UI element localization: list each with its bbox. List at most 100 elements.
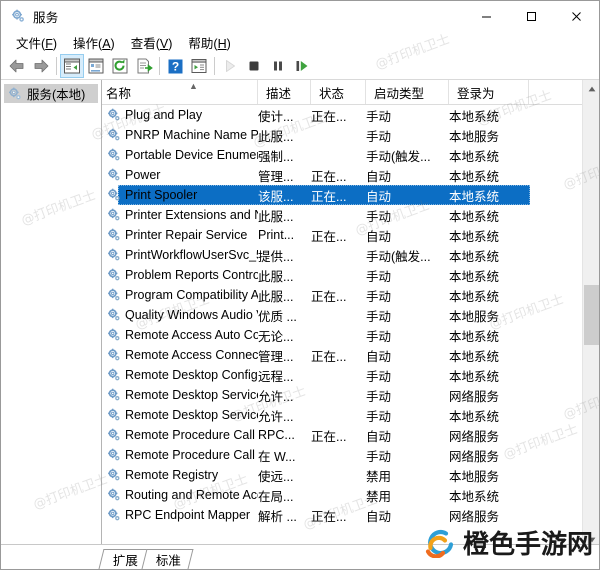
export-list-icon[interactable] (132, 54, 156, 78)
cell-description: RPC... (258, 428, 295, 442)
menu-help[interactable]: 帮助(H) (181, 31, 239, 54)
table-row[interactable]: Remote Access Auto Con...无论... 手动 本地系统 (102, 325, 599, 345)
column-header-description[interactable]: 描述 (258, 80, 311, 104)
cell-log-on-as: 网络服务 (449, 389, 500, 404)
cell-log-on-as: 本地服务 (449, 469, 500, 484)
table-row[interactable]: Routing and Remote Acc...在局... 禁用 本地系统 (102, 485, 599, 505)
table-row[interactable]: Print Spooler 该服... 正在... 自动 本地系统 (102, 185, 599, 205)
cell-service-name: Portable Device Enumera... (102, 147, 258, 163)
menu-action[interactable]: 操作(A) (66, 31, 124, 54)
show-hide-tree-icon[interactable] (60, 54, 84, 78)
forward-arrow-icon[interactable] (29, 54, 53, 78)
stop-service-icon[interactable] (242, 54, 266, 78)
cell-status: 正在... (311, 229, 347, 244)
column-header-startup-type[interactable]: 启动类型 (366, 80, 449, 104)
table-row[interactable]: Remote Registry 使远... 禁用 本地服务 (102, 465, 599, 485)
tab-standard[interactable]: 标准 (141, 549, 194, 569)
service-name-label: Power (125, 168, 161, 182)
table-row[interactable]: Portable Device Enumera...强制... 手动(触发... 本… (102, 145, 599, 165)
table-row[interactable]: Remote Desktop Services 允许... 手动 网络服务 (102, 385, 599, 405)
cell-description: 在 W... (258, 449, 296, 464)
table-row[interactable]: Remote Access Connecti...管理... 正在... 自动 本地系… (102, 345, 599, 365)
column-header-name[interactable]: 名称 ▲ (102, 80, 258, 104)
title-bar: 服务 (1, 1, 599, 31)
cell-log-on-as: 本地系统 (449, 369, 500, 384)
cell-service-name: PNRP Machine Name Pu... (102, 127, 258, 143)
back-arrow-icon[interactable] (5, 54, 29, 78)
cell-description: 无论... (258, 329, 294, 344)
cell-startup-type: 手动 (366, 309, 392, 324)
column-header-status[interactable]: 状态 (311, 80, 366, 104)
list-header: 名称 ▲ 描述 状态 启动类型 登录为 (102, 80, 599, 105)
service-name-label: Remote Registry (125, 468, 219, 482)
maximize-button[interactable] (509, 1, 554, 31)
close-button[interactable] (554, 1, 599, 31)
cell-startup-type: 手动 (366, 289, 392, 304)
cell-description: 在局... (258, 489, 294, 504)
cell-log-on-as: 本地系统 (449, 249, 500, 264)
column-header-log-on-as[interactable]: 登录为 (449, 80, 529, 104)
table-row[interactable]: PrintWorkflowUserSvc_57...提供... 手动(触发... 本… (102, 245, 599, 265)
content-area: 服务(本地) 名称 ▲ 描述 状态 启动类型 登录为 Plug and Play… (1, 80, 599, 550)
pause-service-icon[interactable] (266, 54, 290, 78)
menu-file[interactable]: 文件(F) (9, 31, 66, 54)
table-row[interactable]: Remote Desktop Service...允许... 手动 本地系统 (102, 405, 599, 425)
column-header-status-label: 状态 (319, 86, 345, 101)
refresh-icon[interactable] (108, 54, 132, 78)
table-row[interactable]: Plug and Play 使计... 正在... 手动 本地系统 (102, 105, 599, 125)
table-row[interactable]: Quality Windows Audio V...优质 ... 手动 本地服务 (102, 305, 599, 325)
site-watermark: 橙色手游网 (424, 524, 593, 561)
cell-startup-type: 自动 (366, 229, 392, 244)
menu-help-accel: H (217, 36, 227, 51)
menu-view[interactable]: 查看(V) (124, 31, 182, 54)
show-action-pane-icon[interactable] (187, 54, 211, 78)
table-row[interactable]: Printer Repair Service Print... 正在... 自动 本地系… (102, 225, 599, 245)
table-row[interactable]: Problem Reports Control...此服... 手动 本地系统 (102, 265, 599, 285)
service-name-label: PrintWorkflowUserSvc_57... (125, 248, 258, 262)
service-name-label: Remote Access Auto Con... (125, 328, 258, 342)
cell-description: 此服... (258, 269, 294, 284)
table-row[interactable]: Printer Extensions and N...此服... 手动 本地系统 (102, 205, 599, 225)
scrollbar-thumb[interactable] (584, 285, 599, 345)
minimize-button[interactable] (464, 1, 509, 31)
table-row[interactable]: RPC Endpoint Mapper 解析 ... 正在... 自动 网络服务 (102, 505, 599, 525)
help-icon[interactable]: ? (163, 54, 187, 78)
cell-service-name: PrintWorkflowUserSvc_57... (102, 247, 258, 263)
cell-startup-type: 手动 (366, 129, 392, 144)
tree-node-services-local[interactable]: 服务(本地) (4, 84, 98, 103)
vertical-scrollbar[interactable] (582, 80, 599, 548)
service-gear-icon (106, 307, 122, 323)
cell-service-name: Printer Extensions and N... (102, 207, 258, 223)
cell-service-name: Printer Repair Service (102, 227, 258, 243)
toolbar-separator (159, 57, 160, 75)
console-tree-pane: 服务(本地) (1, 80, 102, 550)
cell-status: 正在... (311, 509, 347, 524)
cell-status: 正在... (311, 289, 347, 304)
cell-log-on-as: 本地系统 (449, 269, 500, 284)
service-gear-icon (106, 327, 122, 343)
properties-icon[interactable] (84, 54, 108, 78)
service-name-label: Plug and Play (125, 108, 203, 122)
cell-service-name: Remote Desktop Services (102, 387, 258, 403)
table-row[interactable]: Power 管理... 正在... 自动 本地系统 (102, 165, 599, 185)
scroll-up-button[interactable] (583, 80, 599, 97)
cell-status: 正在... (311, 429, 347, 444)
services-gear-icon (10, 8, 26, 24)
toolbar-separator (214, 57, 215, 75)
cell-description: 此服... (258, 129, 294, 144)
restart-service-icon[interactable] (290, 54, 314, 78)
menu-view-accel: V (159, 36, 169, 51)
service-name-label: Remote Desktop Configu... (125, 368, 258, 382)
table-row[interactable]: Program Compatibility A... 此服... 正在... 手动 本地… (102, 285, 599, 305)
service-name-label: RPC Endpoint Mapper (125, 508, 251, 522)
table-row[interactable]: Remote Procedure Call (...在 W... 手动 网络服务 (102, 445, 599, 465)
service-gear-icon (106, 167, 122, 183)
cell-log-on-as: 本地服务 (449, 309, 500, 324)
service-name-label: Remote Desktop Service... (125, 408, 258, 422)
table-row[interactable]: Remote Procedure Call (...RPC... 正在... 自动 网… (102, 425, 599, 445)
cell-service-name: Plug and Play (102, 107, 258, 123)
table-row[interactable]: PNRP Machine Name Pu...此服... 手动 本地服务 (102, 125, 599, 145)
cell-log-on-as: 本地服务 (449, 129, 500, 144)
column-header-name-label: 名称 (106, 86, 132, 101)
table-row[interactable]: Remote Desktop Configu...远程... 手动 本地系统 (102, 365, 599, 385)
